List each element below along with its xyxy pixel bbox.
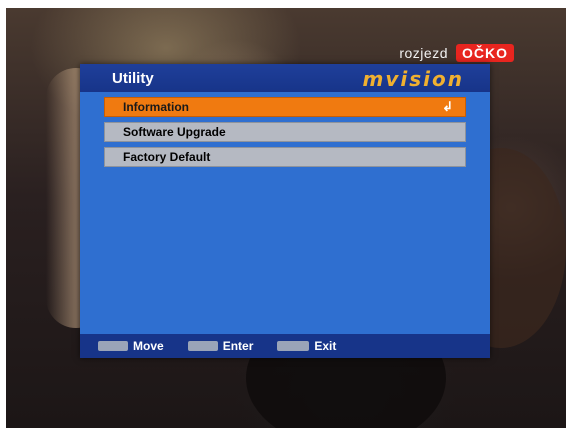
menu-item-label: Information: [123, 100, 189, 114]
tv-screen: rozjezd OČKO Utility mvision Information…: [6, 8, 566, 428]
menu-title: Utility: [112, 70, 154, 87]
channel-prefix: rozjezd: [399, 45, 448, 61]
menu-header: Utility mvision: [80, 64, 490, 92]
menu-key-icon: [277, 341, 310, 351]
footer-hint-exit: Exit: [277, 339, 336, 353]
menu-item-information[interactable]: Information ↲: [104, 97, 466, 117]
channel-logo: rozjezd OČKO: [399, 44, 514, 62]
hint-label-move: Move: [133, 339, 164, 353]
brand-logo: mvision: [362, 67, 464, 91]
menu-footer: Move Enter Exit: [80, 334, 490, 358]
menu-item-label: Software Upgrade: [123, 125, 226, 139]
utility-menu-panel: Utility mvision Information ↲ Software U…: [80, 64, 490, 358]
footer-hint-move: Move: [98, 339, 164, 353]
hint-label-exit: Exit: [314, 339, 337, 353]
footer-hint-enter: Enter: [187, 339, 254, 353]
menu-item-software-upgrade[interactable]: Software Upgrade: [104, 122, 466, 142]
hint-label-enter: Enter: [222, 339, 254, 353]
enter-icon: ↲: [442, 99, 453, 114]
menu-item-factory-default[interactable]: Factory Default: [104, 147, 466, 167]
menu-item-label: Factory Default: [123, 150, 211, 164]
move-key-icon: [98, 341, 128, 351]
channel-name: OČKO: [456, 44, 514, 62]
menu-list: Information ↲ Software Upgrade Factory D…: [104, 97, 466, 172]
ok-key-icon: [187, 341, 218, 351]
